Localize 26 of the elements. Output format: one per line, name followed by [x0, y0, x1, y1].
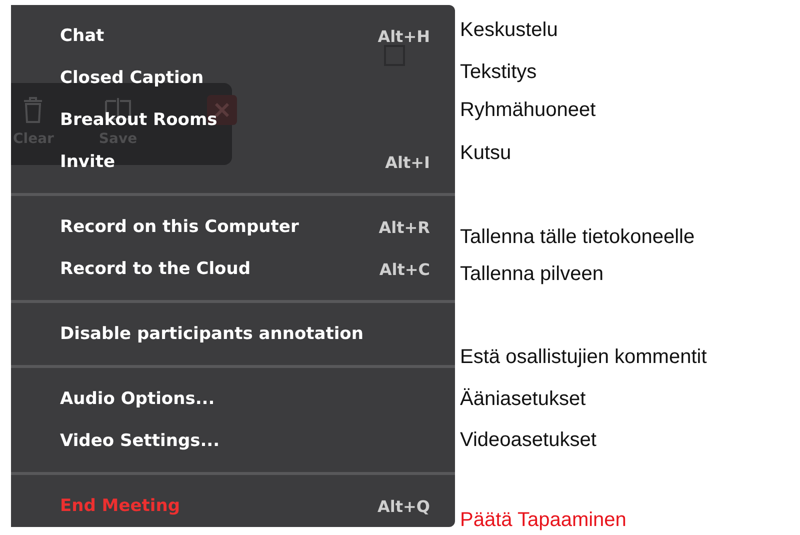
trash-icon — [22, 97, 44, 123]
menu-item[interactable]: Audio Options... — [60, 389, 215, 409]
menu-item[interactable]: Breakout Rooms — [60, 110, 218, 130]
translation-text: Estä osallistujien kommentit — [460, 345, 707, 370]
close-icon — [215, 103, 229, 117]
translation-text: Päätä Tapaaminen — [460, 508, 628, 533]
shortcut-text: Alt+C — [379, 260, 430, 278]
menu-item[interactable]: Disable participants annotation — [60, 324, 364, 344]
menu-item[interactable]: Chat — [60, 26, 104, 46]
translation-text: Tallenna pilveen — [460, 262, 604, 287]
menu-item[interactable]: Video Settings... — [60, 431, 220, 451]
translation-text: Keskustelu — [460, 18, 559, 43]
translation-text: Kutsu — [460, 141, 512, 166]
translation-text: Tekstitys — [460, 60, 538, 85]
shortcut-text: Alt+Q — [377, 496, 430, 516]
translation-text: Ääniasetukset — [460, 387, 587, 412]
translation-text: Tallenna tälle tietokoneelle — [460, 225, 696, 250]
shortcut-text: Alt+H — [378, 26, 430, 46]
translation-text: Ryhmähuoneet — [460, 98, 597, 123]
menu-item[interactable]: Record to the Cloud — [60, 259, 251, 279]
menu-item[interactable]: Closed Caption — [60, 68, 204, 88]
shortcut-text: Alt+R — [378, 218, 430, 236]
shortcut-text: Alt+I — [385, 152, 430, 172]
menu-item[interactable]: Invite — [60, 152, 115, 172]
menu-item[interactable]: Record on this Computer — [60, 217, 299, 237]
translation-text: Videoasetukset — [460, 428, 598, 453]
